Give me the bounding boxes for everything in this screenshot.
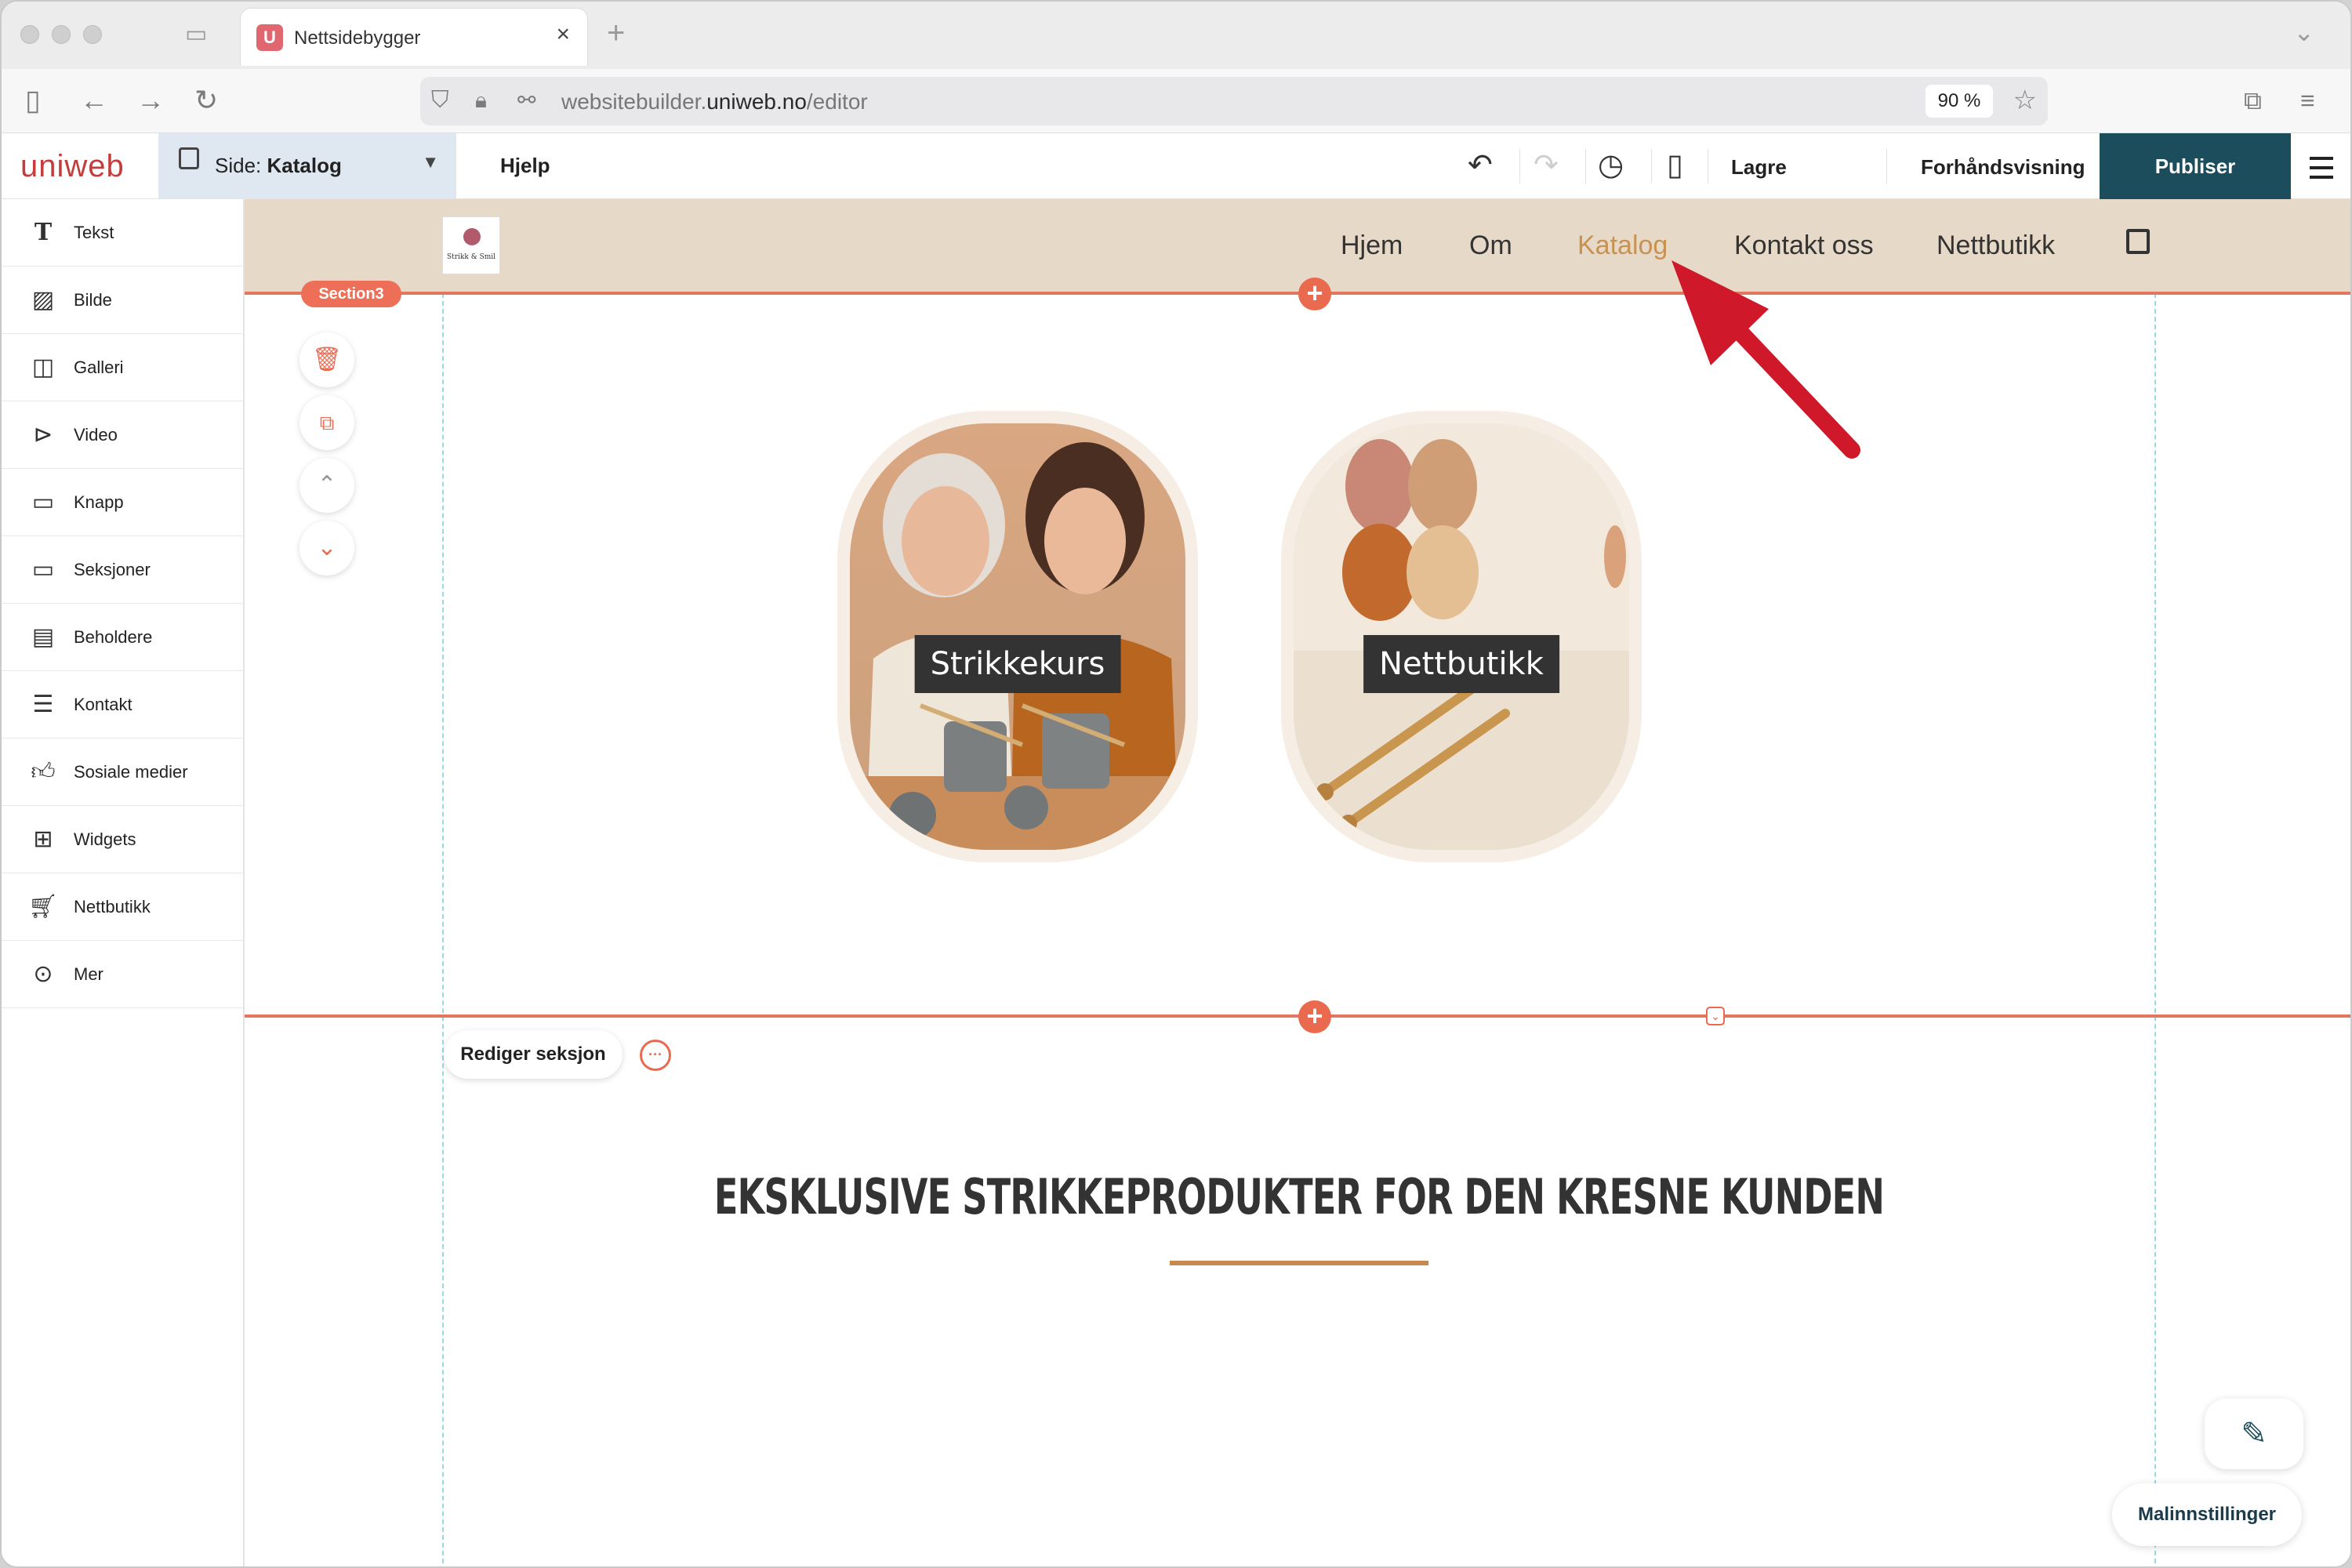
- browser-toolbar: ▯ ← → ↻ ⛉ 🔒︎ ⚯ websitebuilder.uniweb.no/…: [2, 69, 2350, 133]
- page-selector-label: Side: Katalog: [215, 154, 342, 177]
- save-button[interactable]: Lagre: [1731, 155, 1787, 180]
- url-text: websitebuilder.uniweb.no/editor: [561, 89, 868, 114]
- annotation-arrow: [1671, 260, 1860, 459]
- video-icon: ⊳: [33, 422, 53, 448]
- sections-icon: ▭: [31, 557, 55, 583]
- reload-icon[interactable]: ↻: [194, 82, 218, 119]
- zoom-window-button[interactable]: [83, 25, 102, 44]
- sidebar-item-mer[interactable]: ⊙ Mer: [2, 941, 243, 1008]
- preview-button[interactable]: Forhåndsvisning: [1921, 155, 2085, 180]
- zoom-level[interactable]: 90 %: [1926, 85, 1993, 118]
- sidebar-item-tekst[interactable]: T Tekst: [2, 199, 243, 267]
- sidebar-item-nettbutikk[interactable]: 🛒︎ Nettbutikk: [2, 873, 243, 941]
- browser-tab[interactable]: U Nettsidebygger ×: [240, 8, 588, 66]
- back-icon[interactable]: ←: [80, 82, 108, 119]
- divider: [1519, 149, 1520, 183]
- sidebar-item-label: Sosiale medier: [74, 762, 188, 782]
- edit-section-button[interactable]: Rediger seksjon: [444, 1030, 622, 1079]
- headline-underline: [1170, 1261, 1428, 1265]
- section-collapse-icon[interactable]: ⌄: [1706, 1007, 1725, 1025]
- sidebar-item-label: Beholdere: [74, 627, 153, 647]
- sidebar-item-beholdere[interactable]: ▤ Beholdere: [2, 604, 243, 671]
- shield-icon[interactable]: ⛉: [431, 82, 449, 119]
- section-headline[interactable]: EKSKLUSIVE STRIKKEPRODUKTER FOR DEN KRES…: [540, 1168, 2059, 1225]
- divider: [1886, 149, 1887, 183]
- sidebar-item-label: Widgets: [74, 829, 136, 849]
- editor-bar: uniweb Side: Katalog ▼ Hjelp ↶ ↷ ◷ ▯ Lag…: [2, 133, 2350, 199]
- more-icon: ⊙: [33, 961, 53, 987]
- minimize-window-button[interactable]: [52, 25, 71, 44]
- sidebar-item-label: Kontakt: [74, 695, 132, 714]
- sidebar-item-label: Nettbutikk: [74, 897, 151, 916]
- hamburger-menu-icon[interactable]: [2310, 157, 2333, 185]
- menu-icon[interactable]: ≡: [2300, 82, 2315, 119]
- browser-window: ▭ U Nettsidebygger × + ⌄ ▯ ← → ↻ ⛉ 🔒︎ ⚯ …: [0, 0, 2352, 1568]
- cart-icon: 🛒︎: [28, 894, 59, 920]
- sidebar-item-label: Video: [74, 425, 118, 445]
- address-bar[interactable]: ⛉ 🔒︎ ⚯ websitebuilder.uniweb.no/editor 9…: [420, 77, 2048, 125]
- sidebar-item-label: Mer: [74, 964, 103, 984]
- sidebar-toggle-icon[interactable]: ▯: [25, 82, 41, 119]
- help-link[interactable]: Hjelp: [500, 154, 550, 178]
- close-tab-icon[interactable]: ×: [556, 21, 570, 48]
- uniweb-logo[interactable]: uniweb: [20, 149, 125, 184]
- divider: [1585, 149, 1586, 183]
- thumbs-up-icon: 👍︎: [31, 759, 56, 785]
- site-settings-icon[interactable]: ⚯: [517, 82, 535, 119]
- image-icon: ▨: [31, 287, 55, 313]
- sidebar-item-bilde[interactable]: ▨ Bilde: [2, 267, 243, 334]
- button-icon: ▭: [31, 489, 55, 515]
- new-tab-icon[interactable]: +: [607, 16, 625, 51]
- page-selector[interactable]: Side: Katalog ▼: [158, 133, 456, 199]
- sidebar-item-widgets[interactable]: ⊞ Widgets: [2, 806, 243, 873]
- extensions-icon[interactable]: ⧉: [2244, 82, 2262, 119]
- mobile-preview-icon[interactable]: ▯: [1667, 147, 1683, 183]
- bookmark-star-icon[interactable]: ☆: [2013, 82, 2037, 119]
- template-settings-button[interactable]: Malinnstillinger: [2112, 1483, 2302, 1546]
- tab-overview-icon[interactable]: ▭: [185, 20, 207, 48]
- sidebar-item-kontakt[interactable]: ☰ Kontakt: [2, 671, 243, 739]
- section-more-button[interactable]: ···: [640, 1040, 671, 1071]
- sidebar-item-label: Knapp: [74, 492, 124, 512]
- forward-icon[interactable]: →: [136, 82, 165, 119]
- undo-icon[interactable]: ↶: [1468, 147, 1493, 183]
- sidebar-item-galleri[interactable]: ◫ Galleri: [2, 334, 243, 401]
- editor-canvas: Strikk & Smil Hjem Om Katalog Kontakt os…: [245, 199, 2350, 1566]
- sidebar-item-label: Seksjoner: [74, 560, 151, 579]
- publish-button[interactable]: Publiser: [2100, 133, 2291, 199]
- sidebar-item-knapp[interactable]: ▭ Knapp: [2, 469, 243, 536]
- template-style-icon[interactable]: ✎: [2205, 1399, 2303, 1469]
- chevron-down-icon[interactable]: ⌄: [2293, 17, 2314, 47]
- sidebar-item-label: Bilde: [74, 290, 112, 310]
- widgets-icon: ⊞: [33, 826, 53, 852]
- divider: [1651, 149, 1652, 183]
- pages-icon: [179, 147, 199, 169]
- sidebar-item-sosiale-medier[interactable]: 👍︎ Sosiale medier: [2, 739, 243, 806]
- tab-title: Nettsidebygger: [294, 27, 421, 49]
- gallery-icon: ◫: [31, 354, 55, 380]
- history-icon[interactable]: ◷: [1598, 147, 1624, 183]
- caret-down-icon: ▼: [422, 152, 439, 172]
- sidebar-item-seksjoner[interactable]: ▭ Seksjoner: [2, 536, 243, 604]
- lock-icon: 🔒︎: [475, 88, 487, 112]
- add-section-button[interactable]: +: [1298, 1000, 1331, 1033]
- sidebar-item-video[interactable]: ⊳ Video: [2, 401, 243, 469]
- text-icon: T: [34, 219, 53, 246]
- contact-icon: ☰: [32, 691, 54, 717]
- element-sidebar: T Tekst ▨ Bilde ◫ Galleri ⊳ Video ▭ Knapp ▭ Se…: [2, 199, 245, 1566]
- sidebar-item-label: Tekst: [74, 223, 114, 242]
- containers-icon: ▤: [31, 624, 55, 650]
- favicon: U: [256, 24, 283, 51]
- tab-strip: ▭ U Nettsidebygger × + ⌄: [2, 2, 2350, 69]
- redo-icon[interactable]: ↷: [1534, 147, 1559, 183]
- sidebar-item-label: Galleri: [74, 358, 124, 377]
- close-window-button[interactable]: [20, 25, 39, 44]
